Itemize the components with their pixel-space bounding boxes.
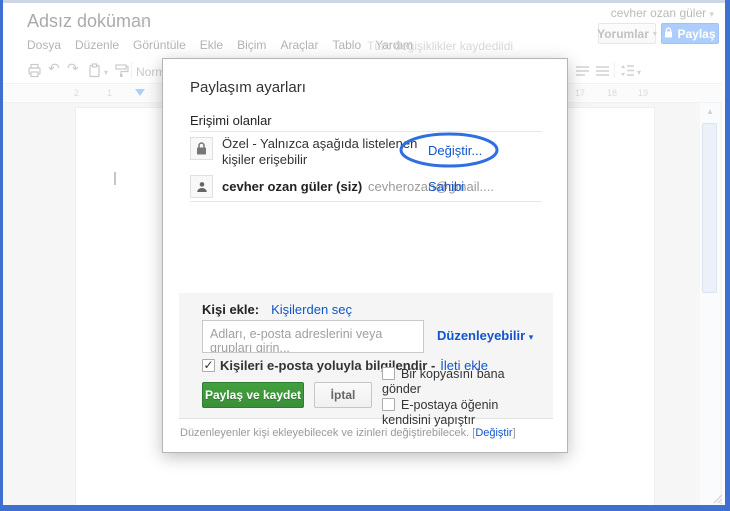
notify-checkbox[interactable]: ✓ xyxy=(202,359,215,372)
footer-text: ] xyxy=(512,427,516,439)
owner-role-link[interactable]: Sahibi xyxy=(428,179,464,194)
owner-name: cevher ozan güler (siz) xyxy=(222,179,363,194)
person-icon xyxy=(190,175,213,198)
visibility-text: Özel - Yalnızca aşağıda listelenen kişil… xyxy=(222,136,418,167)
choose-from-contacts-link[interactable]: Kişilerden seç xyxy=(271,302,352,317)
divider xyxy=(190,201,542,202)
footer-text: Düzenleyenler kişi ekleyebilecek ve izin… xyxy=(180,427,476,439)
app-window: Adsız doküman ☆ cevher ozan güler ▾ Yoru… xyxy=(0,0,730,511)
window-frame-bottom xyxy=(0,505,730,511)
chevron-down-icon: ▾ xyxy=(528,332,534,342)
access-heading: Erişimi olanlar xyxy=(190,113,272,128)
email-options: Bir kopyasını bana gönder E-postaya öğen… xyxy=(382,367,546,429)
add-people-label: Kişi ekle: xyxy=(202,302,260,317)
permission-dropdown[interactable]: Düzenleyebilir ▾ xyxy=(437,328,533,343)
add-people-panel: Kişi ekle: Kişilerden seç Düzenleyebilir… xyxy=(179,293,553,427)
window-frame-right xyxy=(725,0,730,511)
footer-change-link[interactable]: Değiştir xyxy=(475,427,512,439)
dialog-title: Paylaşım ayarları xyxy=(190,79,306,96)
paste-item-checkbox[interactable] xyxy=(382,398,395,411)
sharing-settings-dialog: Paylaşım ayarları Erişimi olanlar Özel -… xyxy=(162,58,568,453)
lock-icon xyxy=(190,137,213,160)
permission-label: Düzenleyebilir xyxy=(437,328,526,343)
invite-people-input[interactable] xyxy=(202,320,424,353)
share-save-button[interactable]: Paylaş ve kaydet xyxy=(202,382,304,408)
change-visibility-link[interactable]: Değiştir... xyxy=(428,143,482,158)
paste-item-label: E-postaya öğenin kendisini yapıştır xyxy=(382,398,499,427)
dialog-footer: Düzenleyenler kişi ekleyebilecek ve izin… xyxy=(180,427,516,439)
divider xyxy=(190,131,542,132)
send-copy-label: Bir kopyasını bana gönder xyxy=(382,367,505,396)
send-copy-checkbox[interactable] xyxy=(382,367,395,380)
cancel-button[interactable]: İptal xyxy=(314,382,372,408)
